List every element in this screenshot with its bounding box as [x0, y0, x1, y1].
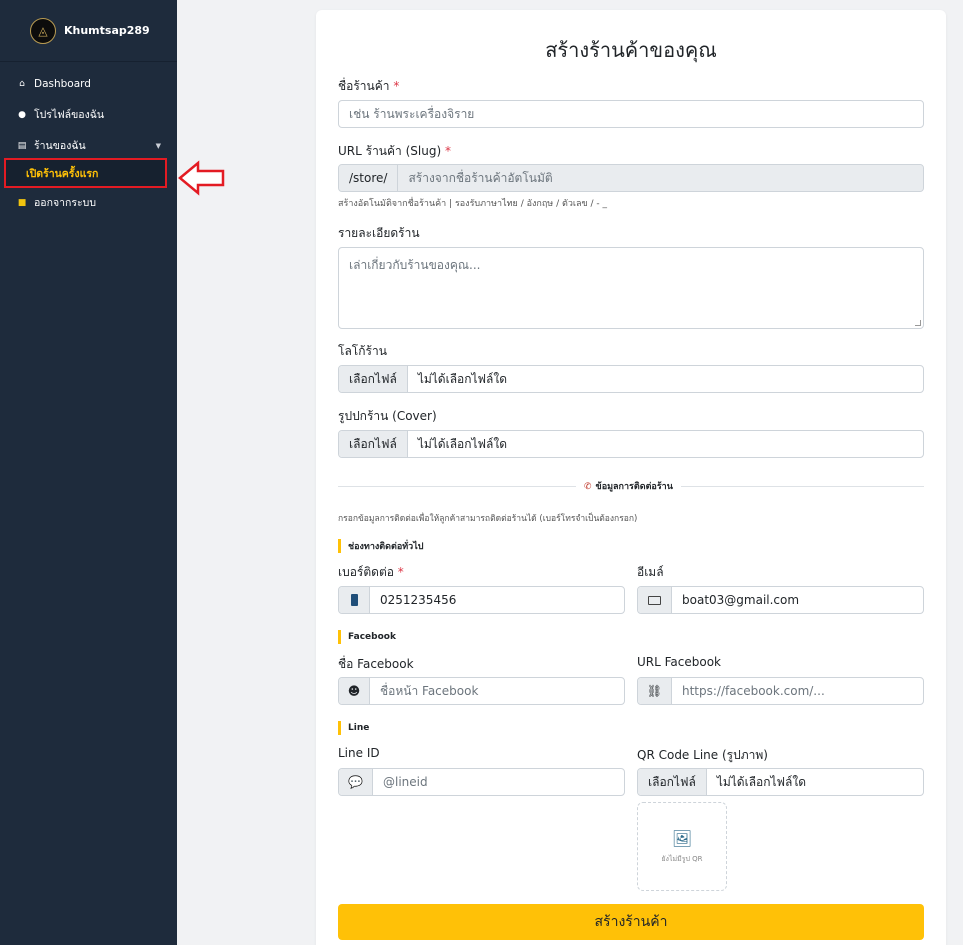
email-input[interactable]: boat03@gmail.com	[672, 587, 923, 613]
page-title: สร้างร้านค้าของคุณ	[545, 38, 717, 62]
chevron-down-icon: ▼	[155, 141, 161, 150]
sidebar-item-label: ร้านของฉัน	[34, 140, 86, 152]
sidebar-item-label: เปิดร้านครั้งแรก	[26, 167, 99, 180]
shop-name-placeholder: เช่น ร้านพระเครื่องจิราย	[349, 106, 475, 121]
phone-input-group: 0251235456	[338, 586, 625, 614]
facebook-url-label: URL Facebook	[637, 655, 722, 669]
cover-label: รูปปกร้าน (Cover)	[338, 409, 437, 423]
slug-input-group: /store/ สร้างจากชื่อร้านค้าอัตโนมัติ	[338, 164, 924, 192]
facebook-url-input[interactable]: https://facebook.com/...	[672, 678, 923, 704]
slug-input[interactable]: สร้างจากชื่อร้านค้าอัตโนมัติ	[398, 165, 923, 191]
sidebar-item-logout[interactable]: ■ ออกจากระบบ	[0, 187, 177, 218]
cover-choose-file-button[interactable]: เลือกไฟล์	[339, 431, 408, 457]
shop-name-label-text: ชื่อร้านค้า	[338, 79, 390, 93]
logo-file-input[interactable]: เลือกไฟล์ ไม่ได้เลือกไฟล์ใด	[338, 365, 924, 393]
required-marker: *	[444, 144, 451, 158]
lock-icon: ■	[17, 197, 27, 208]
person-icon: ☻	[339, 678, 370, 704]
phone-label: เบอร์ติดต่อ *	[338, 563, 404, 582]
facebook-name-label: ชื่อ Facebook	[338, 657, 414, 671]
qr-preview: 🖼 ยังไม่มีรูป QR	[637, 802, 727, 891]
sidebar-nav: ⌂ Dashboard ● โปรไฟล์ของฉัน ▤ ร้านของฉัน…	[0, 68, 177, 161]
sidebar-item-label: โปรไฟล์ของฉัน	[34, 109, 105, 121]
required-marker: *	[393, 79, 400, 93]
home-icon: ⌂	[19, 78, 25, 89]
description-label: รายละเอียดร้าน	[338, 226, 420, 240]
sidebar-item-my-store[interactable]: ▤ ร้านของฉัน ▼	[0, 130, 177, 161]
description-placeholder: เล่าเกี่ยวกับร้านของคุณ...	[349, 258, 481, 272]
shop-name-label: ชื่อร้านค้า *	[338, 77, 399, 96]
slug-label: URL ร้านค้า (Slug) *	[338, 142, 451, 161]
user-icon: ●	[18, 109, 26, 120]
description-textarea[interactable]: เล่าเกี่ยวกับร้านของคุณ...	[338, 247, 924, 329]
logo-choose-file-button[interactable]: เลือกไฟล์	[339, 366, 408, 392]
line-qr-choose-file-button[interactable]: เลือกไฟล์	[638, 769, 707, 795]
facebook-name-input[interactable]: ชื่อหน้า Facebook	[370, 678, 624, 704]
phone-icon: ✆	[584, 482, 592, 492]
sidebar-item-profile[interactable]: ● โปรไฟล์ของฉัน	[0, 99, 177, 130]
qr-empty-text: ยังไม่มีรูป QR	[661, 854, 703, 863]
sidebar-item-label: Dashboard	[34, 77, 91, 90]
required-marker: *	[397, 565, 404, 579]
line-id-label: Line ID	[338, 746, 380, 760]
facebook-section-heading: Facebook	[338, 630, 396, 644]
cover-file-input[interactable]: เลือกไฟล์ ไม่ได้เลือกไฟล์ใด	[338, 430, 924, 458]
phone-label-text: เบอร์ติดต่อ	[338, 565, 394, 579]
slug-helper-text: สร้างอัตโนมัติจากชื่อร้านค้า | รองรับภาษ…	[338, 199, 607, 209]
line-id-input[interactable]: @lineid	[373, 769, 624, 795]
email-input-group: boat03@gmail.com	[637, 586, 924, 614]
brand-name: Khumtsap289	[64, 24, 150, 37]
avatar[interactable]: ◬	[30, 17, 56, 44]
mobile-phone-icon	[339, 587, 370, 613]
facebook-url-input-group: ⛓ https://facebook.com/...	[637, 677, 924, 705]
slug-label-text: URL ร้านค้า (Slug)	[338, 144, 442, 158]
logo-file-status: ไม่ได้เลือกไฟล์ใด	[417, 371, 508, 386]
brand: ◬ Khumtsap289	[0, 0, 177, 62]
link-icon: ⛓	[638, 678, 672, 704]
general-section-heading: ช่องทางติดต่อทั่วไป	[338, 539, 423, 553]
logo-label: โลโก้ร้าน	[338, 344, 387, 358]
email-label: อีเมล์	[637, 565, 664, 579]
store-icon: ▤	[17, 140, 27, 151]
sidebar-item-open-first-store[interactable]: เปิดร้านครั้งแรก	[4, 158, 167, 188]
cover-file-status: ไม่ได้เลือกไฟล์ใด	[417, 436, 508, 451]
shop-name-input[interactable]: เช่น ร้านพระเครื่องจิราย	[338, 100, 924, 128]
contact-note: กรอกข้อมูลการติดต่อเพื่อให้ลูกค้าสามารถต…	[338, 514, 638, 524]
contact-divider-text: ข้อมูลการติดต่อร้าน	[595, 482, 673, 492]
email-icon	[638, 587, 672, 613]
sidebar: ◬ Khumtsap289 ⌂ Dashboard ● โปรไฟล์ของฉั…	[0, 0, 177, 945]
annotation-arrow-icon	[178, 160, 225, 196]
resize-handle[interactable]	[915, 320, 921, 326]
create-store-card: สร้างร้านค้าของคุณ ชื่อร้านค้า * เช่น ร้…	[316, 10, 946, 945]
line-qr-file-status: ไม่ได้เลือกไฟล์ใด	[716, 774, 807, 789]
phone-input[interactable]: 0251235456	[370, 587, 624, 613]
slug-placeholder: สร้างจากชื่อร้านค้าอัตโนมัติ	[408, 170, 553, 185]
line-id-input-group: 💬 @lineid	[338, 768, 625, 796]
sidebar-item-dashboard[interactable]: ⌂ Dashboard	[0, 68, 177, 99]
create-store-button[interactable]: สร้างร้านค้า	[338, 904, 924, 940]
line-section-heading: Line	[338, 721, 369, 735]
line-qr-file-input[interactable]: เลือกไฟล์ ไม่ได้เลือกไฟล์ใด	[637, 768, 924, 796]
contact-divider-heading: ✆ ข้อมูลการติดต่อร้าน	[576, 479, 681, 493]
chat-bubble-icon: 💬	[339, 769, 373, 795]
sidebar-item-label: ออกจากระบบ	[34, 197, 96, 209]
slug-prefix: /store/	[339, 165, 399, 191]
line-qr-label: QR Code Line (รูปภาพ)	[637, 748, 768, 762]
image-icon: 🖼	[671, 828, 693, 848]
facebook-name-input-group: ☻ ชื่อหน้า Facebook	[338, 677, 625, 705]
